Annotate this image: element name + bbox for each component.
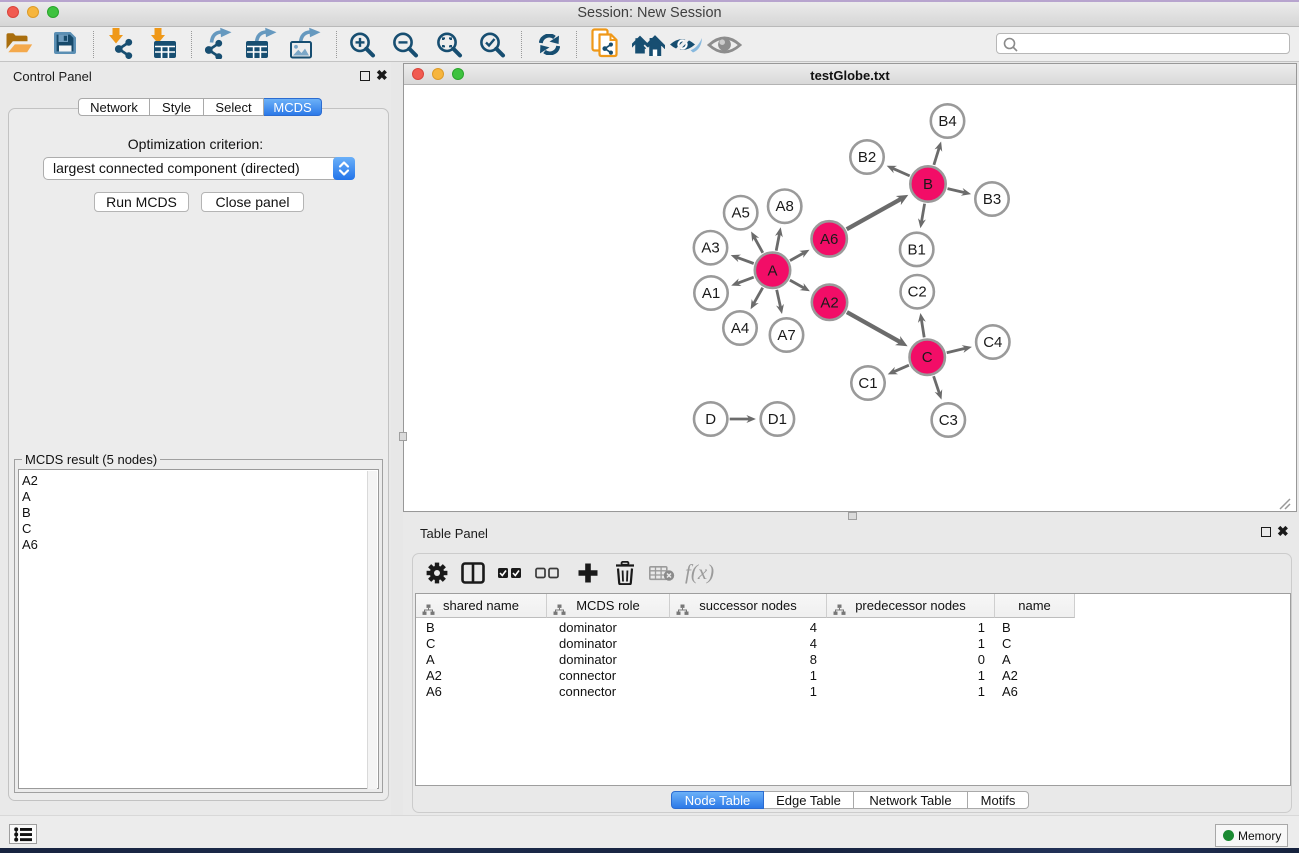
svg-text:A1: A1 [702,285,720,302]
svg-text:A7: A7 [777,327,795,344]
svg-text:C4: C4 [983,334,1002,351]
svg-text:A5: A5 [732,205,750,222]
svg-text:C2: C2 [908,284,927,301]
svg-text:B: B [923,176,933,193]
svg-text:D1: D1 [768,411,787,428]
svg-text:A: A [767,262,777,279]
svg-text:A4: A4 [731,320,749,337]
svg-text:D: D [705,411,716,428]
svg-text:A3: A3 [701,240,719,257]
svg-text:A2: A2 [820,294,838,311]
svg-text:A6: A6 [820,231,838,248]
svg-text:C: C [922,349,933,366]
svg-text:A8: A8 [776,198,794,215]
svg-text:B2: B2 [858,149,876,166]
svg-text:B3: B3 [983,191,1001,208]
svg-text:B1: B1 [908,241,926,258]
svg-text:C3: C3 [939,412,958,429]
svg-text:C1: C1 [858,375,877,392]
svg-text:B4: B4 [938,113,956,130]
